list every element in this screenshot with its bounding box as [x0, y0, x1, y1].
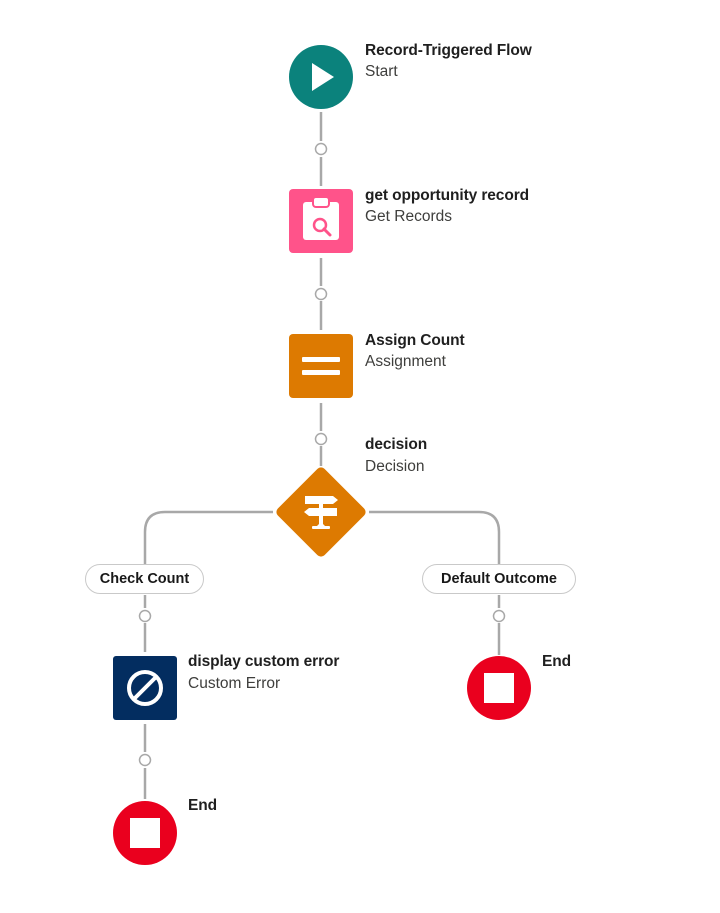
start-node-subtitle: Start	[365, 63, 398, 80]
decision-node[interactable]	[274, 465, 367, 558]
stop-icon	[484, 673, 514, 703]
get-records-node[interactable]	[289, 189, 353, 253]
assignment-node[interactable]	[289, 334, 353, 398]
end-node-left[interactable]	[113, 801, 177, 865]
assignment-node-shape[interactable]	[289, 334, 353, 398]
end-left-title: End	[188, 797, 217, 814]
end-right-title: End	[542, 653, 571, 670]
outcome-default[interactable]: Default Outcome	[422, 564, 576, 594]
add-element-button[interactable]	[314, 432, 328, 446]
start-node[interactable]	[289, 45, 353, 109]
clipboard-search-icon	[303, 196, 339, 240]
assignment-subtitle: Assignment	[365, 353, 446, 370]
branch-right	[369, 510, 501, 565]
custom-error-subtitle: Custom Error	[188, 675, 281, 692]
get-records-subtitle: Get Records	[365, 208, 453, 225]
custom-error-title: display custom error	[188, 653, 340, 670]
assignment-title: Assign Count	[365, 332, 465, 349]
add-element-button[interactable]	[314, 287, 328, 301]
get-records-title: get opportunity record	[365, 187, 529, 204]
start-node-title: Record-Triggered Flow	[365, 42, 532, 59]
outcome-check-count[interactable]: Check Count	[85, 564, 204, 594]
add-element-button[interactable]	[138, 609, 152, 623]
branch-left	[143, 510, 273, 565]
flow-canvas	[113, 45, 531, 865]
custom-error-node[interactable]	[113, 656, 177, 720]
add-element-button[interactable]	[138, 753, 152, 767]
end-node-right[interactable]	[467, 656, 531, 720]
add-element-button[interactable]	[492, 609, 506, 623]
add-element-button[interactable]	[314, 142, 328, 156]
decision-subtitle: Decision	[365, 458, 425, 475]
stop-icon	[130, 818, 160, 848]
decision-title: decision	[365, 436, 428, 453]
